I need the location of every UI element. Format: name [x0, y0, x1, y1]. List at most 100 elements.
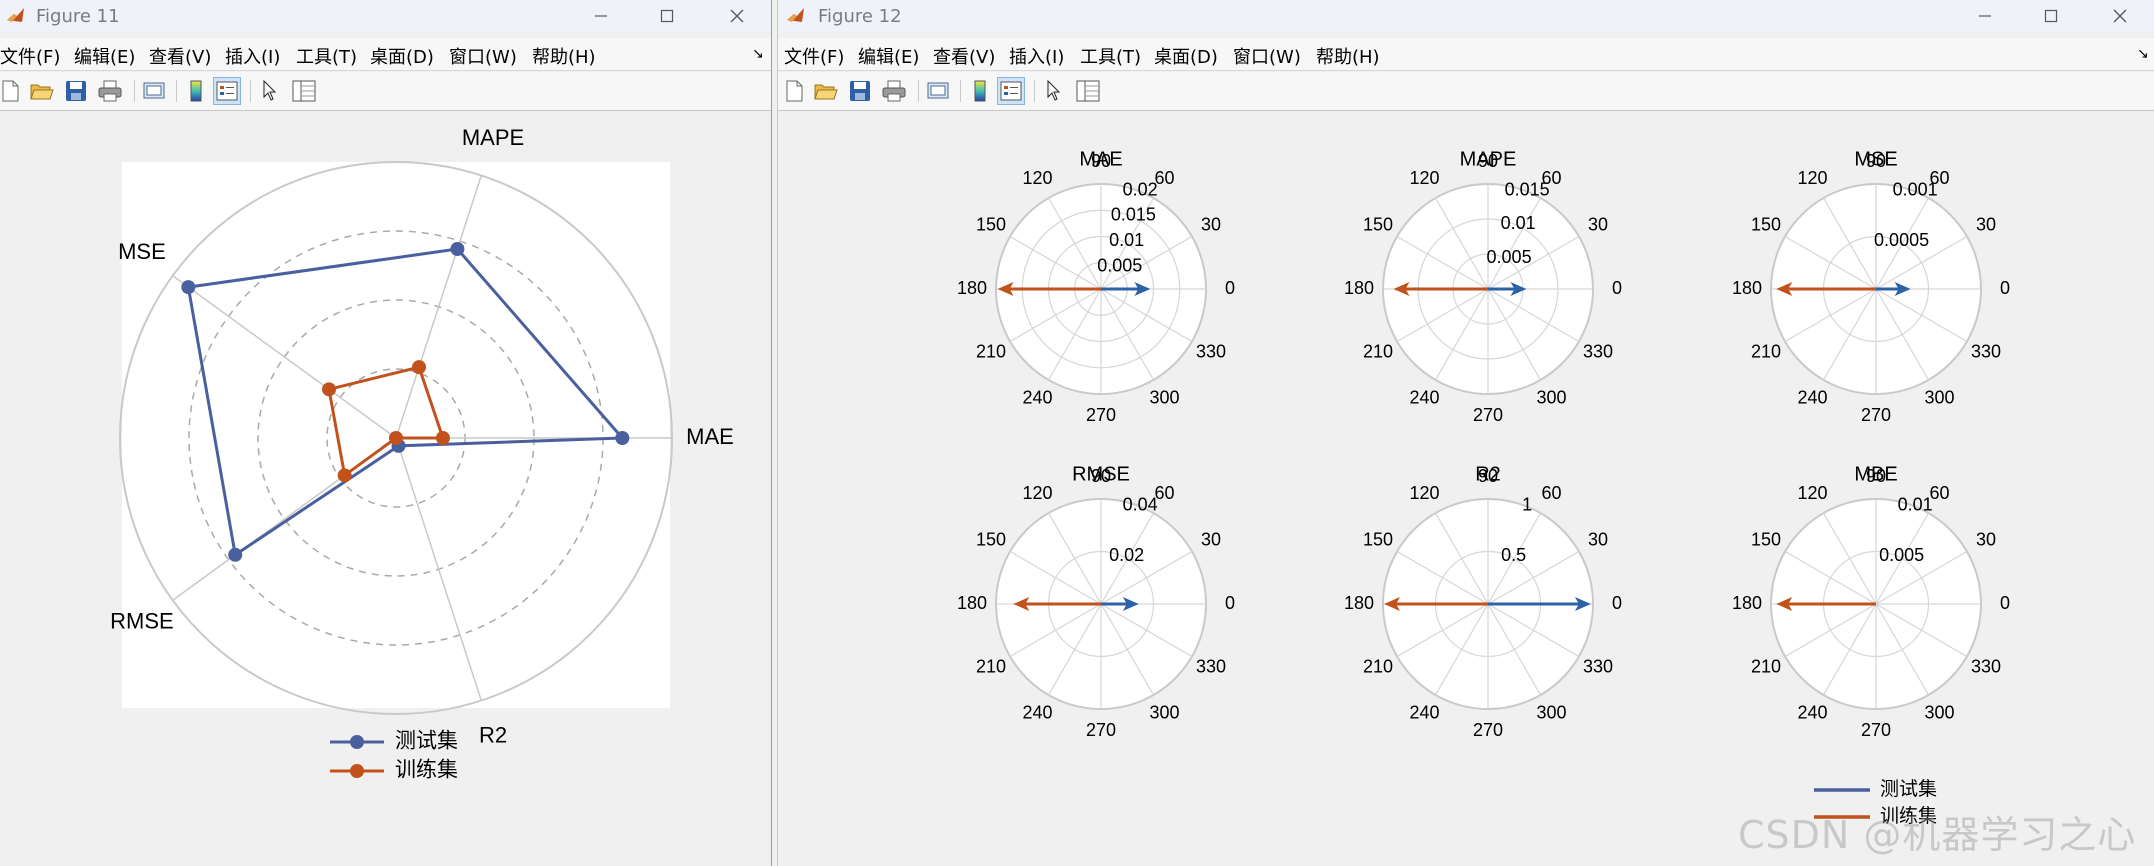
compass-theta-tick: 0	[1225, 593, 1235, 613]
compass-r-tick: 0.005	[1879, 545, 1924, 565]
radar-point	[322, 382, 337, 397]
compass-theta-tick: 300	[1924, 388, 1954, 408]
compass-theta-tick: 210	[1751, 341, 1781, 361]
radar-point	[412, 360, 427, 375]
compass-theta-tick: 330	[1583, 656, 1613, 676]
compass-r-tick: 0.015	[1111, 205, 1156, 225]
compass-charts: 03060901201501802102402703003300.0050.01…	[957, 148, 2010, 827]
compass-r-tick: 0.01	[1898, 494, 1933, 514]
compass-title: RMSE	[1072, 463, 1130, 485]
compass-theta-tick: 180	[1732, 278, 1762, 298]
compass-theta-tick: 240	[1797, 388, 1827, 408]
compass-subplot: 03060901201501802102402703003300.020.04R…	[957, 463, 1235, 739]
compass-theta-tick: 150	[1751, 214, 1781, 234]
compass-theta-tick: 30	[1976, 214, 1996, 234]
compass-theta-tick: 150	[976, 529, 1006, 549]
compass-theta-tick: 0	[1225, 278, 1235, 298]
radar-axis-label: MAPE	[462, 125, 524, 150]
compass-subplot: 03060901201501802102402703003300.0050.01…	[957, 148, 1235, 424]
compass-theta-tick: 60	[1541, 483, 1561, 503]
compass-theta-tick: 240	[1022, 703, 1052, 723]
compass-theta-tick: 210	[976, 341, 1006, 361]
radar-axis-label: MAE	[686, 424, 734, 449]
compass-theta-tick: 30	[1201, 214, 1221, 234]
compass-r-tick: 0.001	[1893, 179, 1938, 199]
compass-theta-tick: 210	[1363, 656, 1393, 676]
legend-label: 测试集	[1880, 778, 1937, 800]
compass-theta-tick: 300	[1536, 388, 1566, 408]
compass-theta-tick: 150	[1751, 529, 1781, 549]
compass-theta-tick: 180	[957, 593, 987, 613]
compass-theta-tick: 270	[1086, 405, 1116, 425]
compass-theta-tick: 0	[2000, 278, 2010, 298]
compass-title: MAE	[1079, 148, 1122, 170]
compass-theta-tick: 330	[1196, 656, 1226, 676]
compass-theta-tick: 240	[1022, 388, 1052, 408]
figures-canvas: MAEMAPEMSERMSER2测试集训练集030609012015018021…	[110, 125, 2010, 827]
radar-point	[435, 431, 450, 445]
radar-point	[228, 547, 243, 562]
radar-point	[337, 468, 352, 483]
compass-theta-tick: 0	[1612, 278, 1622, 298]
compass-theta-tick: 180	[1344, 593, 1374, 613]
compass-theta-tick: 120	[1022, 168, 1052, 188]
compass-r-tick: 0.005	[1097, 255, 1142, 275]
compass-title: R2	[1475, 463, 1501, 485]
radar-axis-label: R2	[479, 722, 507, 747]
compass-r-tick: 0.02	[1123, 179, 1158, 199]
compass-r-tick: 0.02	[1109, 545, 1144, 565]
radar-point	[389, 431, 403, 445]
compass-theta-tick: 120	[1409, 168, 1439, 188]
compass-title: MSE	[1854, 148, 1897, 170]
compass-r-tick: 1	[1522, 494, 1532, 514]
compass-theta-tick: 30	[1588, 529, 1608, 549]
compass-r-tick: 0.5	[1501, 545, 1526, 565]
legend-label: 测试集	[395, 730, 458, 753]
legend-marker	[350, 735, 364, 749]
compass-theta-tick: 180	[957, 278, 987, 298]
compass-subplot: 03060901201501802102402703003300.0050.01…	[1344, 148, 1622, 424]
compass-theta-tick: 180	[1344, 278, 1374, 298]
compass-theta-tick: 330	[1196, 341, 1226, 361]
compass-theta-tick: 270	[1861, 405, 1891, 425]
compass-theta-tick: 270	[1861, 720, 1891, 740]
compass-theta-tick: 0	[2000, 593, 2010, 613]
compass-r-tick: 0.04	[1123, 494, 1158, 514]
legend-label: 训练集	[395, 759, 458, 782]
compass-theta-tick: 150	[976, 214, 1006, 234]
compass-theta-tick: 30	[1588, 214, 1608, 234]
compass-r-tick: 0.015	[1505, 179, 1550, 199]
compass-r-tick: 0.01	[1501, 213, 1536, 233]
compass-theta-tick: 300	[1924, 703, 1954, 723]
compass-theta-tick: 240	[1797, 703, 1827, 723]
compass-title: MBE	[1854, 463, 1897, 485]
compass-theta-tick: 120	[1409, 483, 1439, 503]
compass-theta-tick: 210	[1751, 656, 1781, 676]
compass-theta-tick: 270	[1086, 720, 1116, 740]
compass-r-tick: 0.0005	[1874, 230, 1929, 250]
compass-subplot: 03060901201501802102402703003300.51R2	[1344, 463, 1622, 739]
radar-chart: MAE MAPE MSE RMSE R2 测试集训练集	[110, 125, 734, 781]
radar-point	[450, 242, 465, 257]
compass-theta-tick: 210	[976, 656, 1006, 676]
compass-theta-tick: 300	[1149, 388, 1179, 408]
compass-theta-tick: 120	[1797, 168, 1827, 188]
compass-theta-tick: 30	[1976, 529, 1996, 549]
radar-axis-label: MSE	[118, 239, 166, 264]
compass-theta-tick: 240	[1409, 703, 1439, 723]
radar-point	[181, 280, 196, 295]
compass-theta-tick: 330	[1971, 656, 2001, 676]
compass-theta-tick: 150	[1363, 529, 1393, 549]
watermark: CSDN @机器学习之心	[1738, 813, 2137, 857]
compass-theta-tick: 120	[1022, 483, 1052, 503]
compass-theta-tick: 30	[1201, 529, 1221, 549]
compass-theta-tick: 150	[1363, 214, 1393, 234]
compass-theta-tick: 0	[1612, 593, 1622, 613]
compass-subplot: 03060901201501802102402703003300.0050.01…	[1732, 463, 2010, 739]
compass-theta-tick: 330	[1583, 341, 1613, 361]
compass-r-tick: 0.005	[1487, 247, 1532, 267]
compass-theta-tick: 270	[1473, 405, 1503, 425]
compass-theta-tick: 180	[1732, 593, 1762, 613]
legend-marker	[350, 764, 364, 778]
compass-subplot: 03060901201501802102402703003300.00050.0…	[1732, 148, 2010, 424]
